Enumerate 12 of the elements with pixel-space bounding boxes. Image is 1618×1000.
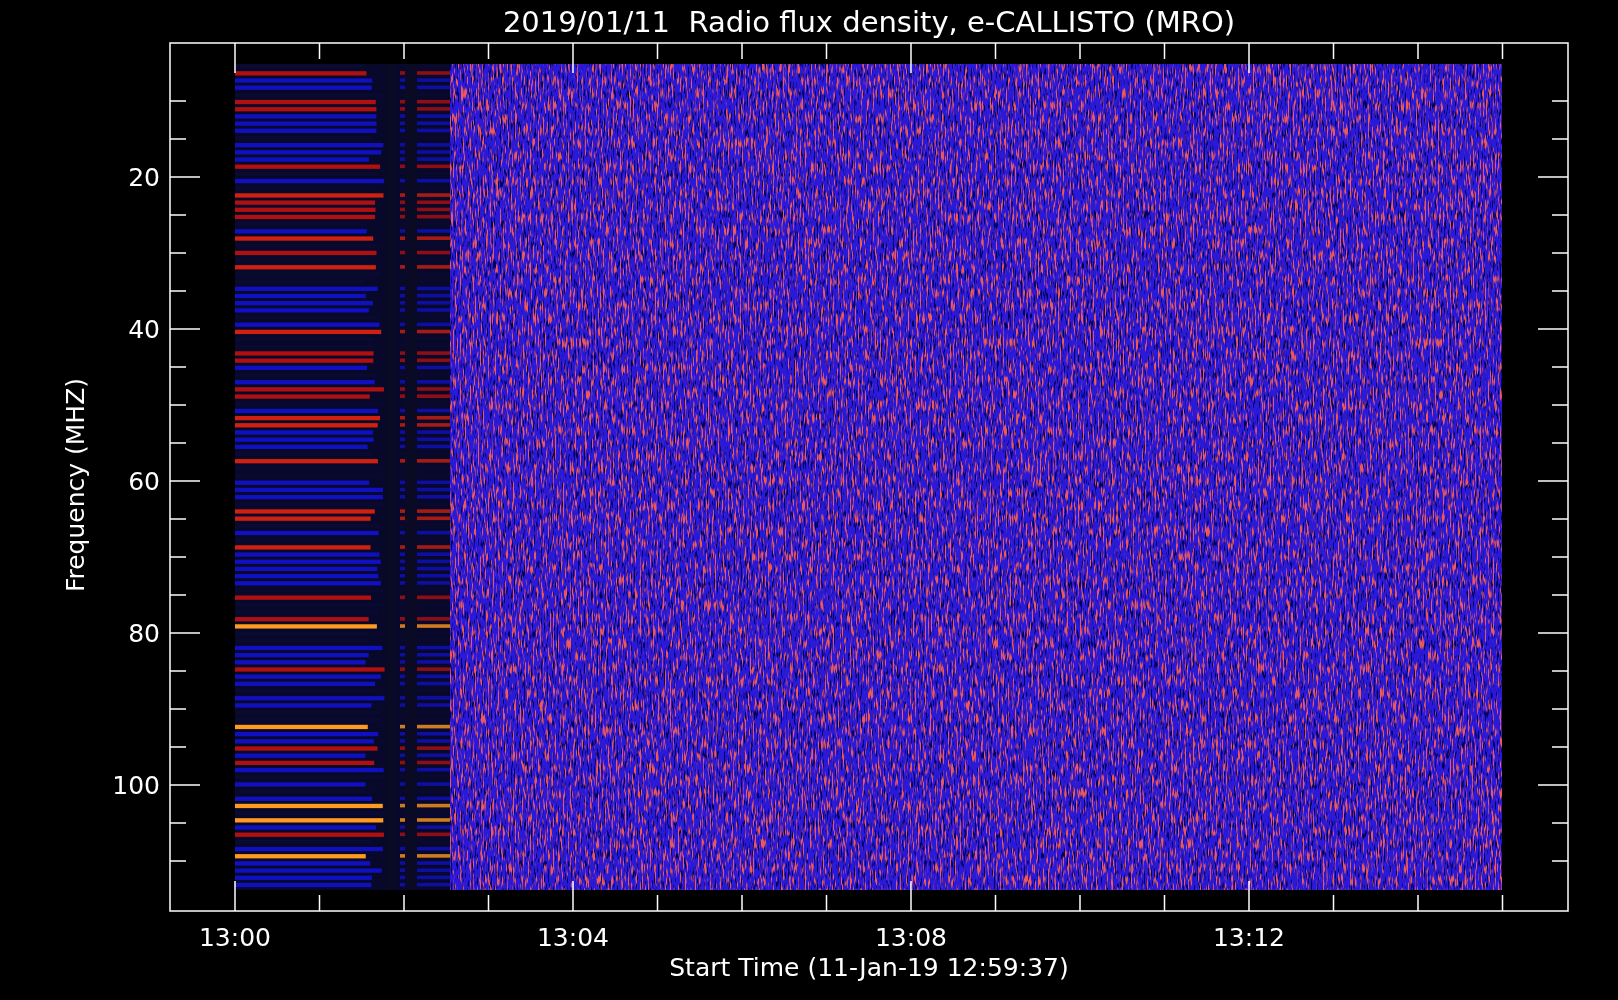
tick-label: 100 [112,771,160,800]
axis-title: Frequency (MHZ) [61,377,90,593]
tick-label: 13:12 [1213,923,1285,952]
tick-label: 20 [128,163,160,192]
tick-label: 13:04 [537,923,609,952]
axis-title: Start Time (11-Jan-19 12:59:37) [669,953,1069,982]
tick-label: 80 [128,619,160,648]
chart-title: 2019/01/11 Radio flux density, e-CALLISTO (MRO) [502,5,1236,39]
tick-label: 60 [128,467,160,496]
tick-label: 13:00 [199,923,271,952]
tick-label: 40 [128,315,160,344]
tick-label: 13:08 [875,923,947,952]
